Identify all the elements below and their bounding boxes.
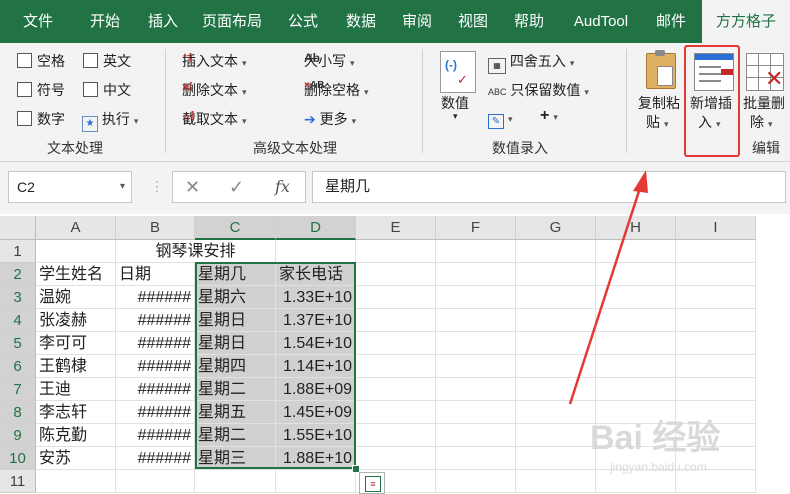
arrow-shaft (568, 187, 642, 405)
annotation-arrow (568, 170, 648, 405)
arrow-head (633, 170, 648, 193)
